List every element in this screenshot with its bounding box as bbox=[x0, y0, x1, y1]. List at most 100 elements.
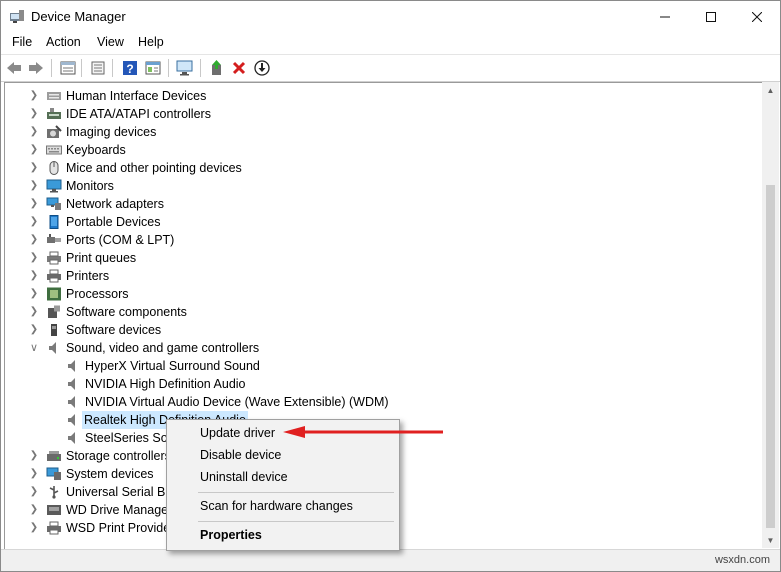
scroll-down-arrow-icon[interactable]: ▼ bbox=[762, 532, 779, 548]
tree-category-label: Mice and other pointing devices bbox=[66, 161, 242, 175]
tree-category[interactable]: ❯ Ports (COM & LPT) bbox=[5, 231, 745, 249]
chevron-right-icon[interactable]: ❯ bbox=[29, 285, 39, 303]
tree-category-label: Software components bbox=[66, 305, 187, 319]
speaker-icon bbox=[68, 432, 75, 444]
chevron-right-icon[interactable]: ❯ bbox=[29, 483, 39, 501]
menu-item-disable-device[interactable]: Disable device bbox=[200, 448, 281, 462]
chevron-right-icon[interactable]: ❯ bbox=[29, 231, 39, 249]
enable-device-button[interactable] bbox=[253, 59, 271, 77]
list-view-button[interactable] bbox=[89, 59, 107, 77]
menu-bar: File Action View Help bbox=[1, 32, 780, 53]
scan-hardware-button[interactable] bbox=[176, 59, 194, 77]
tree-category[interactable]: ❯ Software devices bbox=[5, 321, 745, 339]
properties-sheet-button[interactable] bbox=[59, 59, 77, 77]
network-icon bbox=[46, 197, 61, 210]
tree-category-label: Printers bbox=[66, 269, 110, 283]
tree-category[interactable]: ❯ Processors bbox=[5, 285, 745, 303]
svg-text:?: ? bbox=[126, 62, 133, 76]
menu-item-properties[interactable]: Properties bbox=[200, 528, 262, 542]
tree-category[interactable]: ❯ Printers bbox=[5, 267, 745, 285]
update-driver-button[interactable] bbox=[208, 59, 226, 77]
menu-item-uninstall-device[interactable]: Uninstall device bbox=[200, 470, 288, 484]
chevron-right-icon[interactable]: ❯ bbox=[29, 141, 39, 159]
tree-category[interactable]: ❯ Imaging devices bbox=[5, 123, 745, 141]
chevron-right-icon[interactable]: ❯ bbox=[29, 195, 39, 213]
tree-category[interactable]: ❯ Keyboards bbox=[5, 141, 745, 159]
vertical-scrollbar[interactable]: ▲ ▼ bbox=[762, 82, 779, 548]
chevron-right-icon[interactable]: ❯ bbox=[29, 321, 39, 339]
back-button[interactable] bbox=[5, 59, 23, 77]
tree-category[interactable]: ❯ Human Interface Devices bbox=[5, 87, 745, 105]
toolbar-separator bbox=[81, 59, 82, 77]
chevron-right-icon[interactable]: ❯ bbox=[29, 447, 39, 465]
back-arrow-icon bbox=[7, 62, 21, 74]
tree-category[interactable]: ❯ Portable Devices bbox=[5, 213, 745, 231]
menu-action[interactable]: Action bbox=[46, 35, 81, 49]
help-button[interactable]: ? bbox=[121, 59, 139, 77]
chevron-right-icon[interactable]: ❯ bbox=[29, 105, 39, 123]
tree-category-label: Storage controllers bbox=[66, 449, 171, 463]
tree-category[interactable]: ❯ Software components bbox=[5, 303, 745, 321]
speaker-icon bbox=[68, 378, 75, 390]
help-icon: ? bbox=[123, 61, 137, 76]
tree-category[interactable]: ❯ Mice and other pointing devices bbox=[5, 159, 745, 177]
tree-category-label: Sound, video and game controllers bbox=[66, 341, 260, 355]
menu-item-scan-hardware[interactable]: Scan for hardware changes bbox=[200, 499, 353, 513]
scrollbar-thumb[interactable] bbox=[766, 185, 775, 528]
chevron-right-icon[interactable]: ❯ bbox=[29, 267, 39, 285]
scroll-up-arrow-icon[interactable]: ▲ bbox=[762, 82, 779, 98]
toolbar-separator bbox=[112, 59, 113, 77]
printer-icon bbox=[47, 269, 61, 283]
tree-category-label: System devices bbox=[66, 467, 154, 481]
toolbar-separator bbox=[51, 59, 52, 77]
title-bar: Device Manager bbox=[1, 1, 780, 32]
toolbar: ? bbox=[1, 54, 780, 82]
tree-category[interactable]: ❯ Network adapters bbox=[5, 195, 745, 213]
chevron-right-icon[interactable]: ❯ bbox=[29, 213, 39, 231]
tree-device-item[interactable]: NVIDIA Virtual Audio Device (Wave Extens… bbox=[5, 393, 745, 411]
chevron-right-icon[interactable]: ❯ bbox=[29, 123, 39, 141]
chevron-right-icon[interactable]: ❯ bbox=[29, 465, 39, 483]
context-menu: Update driver Disable device Uninstall d… bbox=[166, 419, 400, 551]
speaker-icon bbox=[68, 360, 75, 372]
chevron-right-icon[interactable]: ❯ bbox=[29, 519, 39, 537]
chevron-right-icon[interactable]: ❯ bbox=[29, 501, 39, 519]
speaker-icon bbox=[49, 342, 56, 354]
watermark-text: wsxdn.com bbox=[714, 554, 770, 566]
close-button[interactable] bbox=[734, 1, 780, 32]
chevron-right-icon[interactable]: ❯ bbox=[29, 159, 39, 177]
list-view-icon bbox=[91, 61, 105, 75]
tree-category-label: Software devices bbox=[66, 323, 162, 337]
menu-separator bbox=[198, 521, 394, 522]
toolbar-separator bbox=[200, 59, 201, 77]
menu-help[interactable]: Help bbox=[138, 35, 164, 49]
uninstall-device-button[interactable] bbox=[230, 59, 248, 77]
chevron-right-icon[interactable]: ❯ bbox=[29, 177, 39, 195]
maximize-button[interactable] bbox=[688, 1, 734, 32]
chevron-right-icon[interactable]: ❯ bbox=[29, 249, 39, 267]
tree-category[interactable]: ❯ Print queues bbox=[5, 249, 745, 267]
chevron-down-icon[interactable]: ∨ bbox=[29, 339, 39, 357]
window-title: Device Manager bbox=[31, 9, 126, 24]
tree-device-item[interactable]: HyperX Virtual Surround Sound bbox=[5, 357, 745, 375]
menu-file[interactable]: File bbox=[12, 35, 32, 49]
usb-icon bbox=[49, 486, 59, 499]
update-driver-icon bbox=[212, 60, 221, 75]
red-arrow-annotation-icon bbox=[283, 426, 443, 438]
menu-item-update-driver[interactable]: Update driver bbox=[200, 426, 275, 440]
tree-category-label: Human Interface Devices bbox=[66, 89, 207, 103]
tree-category[interactable]: ❯ Monitors bbox=[5, 177, 745, 195]
tree-category[interactable]: ❯ IDE ATA/ATAPI controllers bbox=[5, 105, 745, 123]
minimize-button[interactable] bbox=[642, 1, 688, 32]
tree-category-label: WSD Print Provider bbox=[66, 521, 175, 535]
tree-device-label: NVIDIA High Definition Audio bbox=[85, 377, 246, 391]
device-view-button[interactable] bbox=[144, 59, 162, 77]
tree-device-item[interactable]: NVIDIA High Definition Audio bbox=[5, 375, 745, 393]
chevron-right-icon[interactable]: ❯ bbox=[29, 87, 39, 105]
menu-view[interactable]: View bbox=[97, 35, 124, 49]
chevron-right-icon[interactable]: ❯ bbox=[29, 303, 39, 321]
tree-category-label: IDE ATA/ATAPI controllers bbox=[66, 107, 211, 121]
forward-button[interactable] bbox=[27, 59, 45, 77]
properties-sheet-icon bbox=[60, 61, 76, 75]
tree-category-expanded[interactable]: ∨ Sound, video and game controllers bbox=[5, 339, 745, 357]
